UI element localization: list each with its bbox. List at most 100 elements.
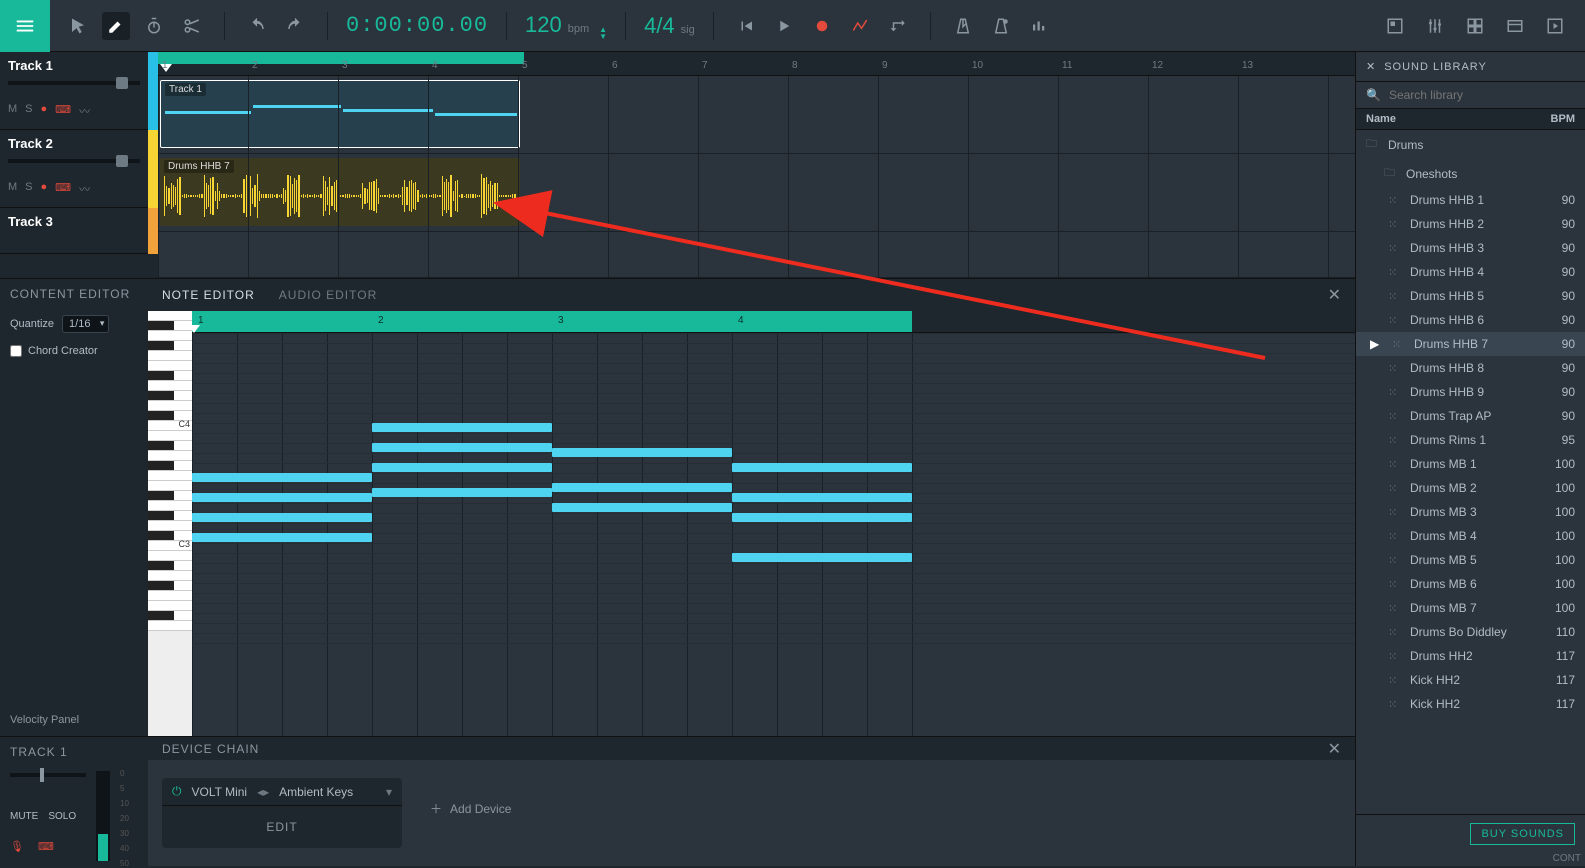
track-header-3[interactable]: Track 3 xyxy=(0,208,148,254)
undo-button[interactable] xyxy=(243,12,271,40)
col-name[interactable]: Name xyxy=(1366,113,1551,125)
panel-toggle-2[interactable] xyxy=(1461,12,1489,40)
loop-region[interactable] xyxy=(158,52,524,64)
volume-slider[interactable] xyxy=(8,159,140,163)
folder-row[interactable]: 🗀 Drums xyxy=(1356,130,1585,159)
folder-row[interactable]: 🗀 Oneshots xyxy=(1356,159,1585,188)
midi-note[interactable] xyxy=(732,493,912,502)
edit-button[interactable]: EDIT xyxy=(162,806,402,848)
chevron-down-icon[interactable]: ▾ xyxy=(386,785,392,799)
library-toggle[interactable] xyxy=(1541,12,1569,40)
volume-slider[interactable] xyxy=(8,81,140,85)
library-item[interactable]: ⁙Drums MB 7100 xyxy=(1356,596,1585,620)
panel-toggle-3[interactable] xyxy=(1501,12,1529,40)
record-button[interactable] xyxy=(808,12,836,40)
library-item[interactable]: ⁙Drums HH2117 xyxy=(1356,644,1585,668)
countin-button[interactable] xyxy=(987,12,1015,40)
library-item[interactable]: ⁙Drums HHB 190 xyxy=(1356,188,1585,212)
tab-audio-editor[interactable]: AUDIO EDITOR xyxy=(279,288,377,302)
mixer-button[interactable] xyxy=(1421,12,1449,40)
track-header-2[interactable]: Track 2 M S ● ⌨ 〰 xyxy=(0,130,148,208)
time-display[interactable]: 0:00:00.00 xyxy=(346,13,488,38)
audio-clip[interactable]: Drums HHB 7 xyxy=(160,158,520,226)
library-item[interactable]: ⁙Drums Trap AP90 xyxy=(1356,404,1585,428)
midi-note[interactable] xyxy=(372,463,552,472)
rewind-button[interactable] xyxy=(732,12,760,40)
instrument-device[interactable]: ⏻ VOLT Mini ◂▸ Ambient Keys ▾ EDIT xyxy=(162,778,402,848)
master-volume-button[interactable] xyxy=(1025,12,1053,40)
midi-note[interactable] xyxy=(372,488,552,497)
device-close[interactable]: ✕ xyxy=(1328,739,1341,759)
mute-label[interactable]: MUTE xyxy=(10,811,38,822)
library-item[interactable]: ⁙Drums MB 3100 xyxy=(1356,500,1585,524)
note-ruler[interactable]: 1234 xyxy=(192,311,1355,333)
midi-note[interactable] xyxy=(192,493,372,502)
midi-note[interactable] xyxy=(552,448,732,457)
editor-close[interactable]: ✕ xyxy=(1328,285,1341,305)
library-item[interactable]: ⁙Drums HHB 890 xyxy=(1356,356,1585,380)
stopwatch-tool[interactable] xyxy=(140,12,168,40)
library-item[interactable]: ⁙Kick HH2117 xyxy=(1356,668,1585,692)
solo-button[interactable]: S xyxy=(25,181,32,197)
automation-button[interactable] xyxy=(846,12,874,40)
library-search[interactable]: 🔍 xyxy=(1356,82,1585,109)
library-item[interactable]: ▶⁙Drums HHB 790 xyxy=(1356,332,1585,356)
library-item[interactable]: ⁙Drums MB 2100 xyxy=(1356,476,1585,500)
track-header-1[interactable]: Track 1 M S ● ⌨ 〰 xyxy=(0,52,148,130)
note-playhead[interactable] xyxy=(192,325,200,333)
automation-icon[interactable]: 〰 xyxy=(79,103,90,119)
col-bpm[interactable]: BPM xyxy=(1551,113,1575,125)
track-row-2[interactable]: Drums HHB 7 xyxy=(158,154,1355,232)
midi-note[interactable] xyxy=(372,443,552,452)
library-item[interactable]: ⁙Drums HHB 690 xyxy=(1356,308,1585,332)
library-item[interactable]: ⁙Drums Rims 195 xyxy=(1356,428,1585,452)
automation-icon[interactable]: 〰 xyxy=(79,181,90,197)
library-item[interactable]: ⁙Drums HHB 590 xyxy=(1356,284,1585,308)
library-item[interactable]: ⁙Drums HHB 390 xyxy=(1356,236,1585,260)
play-button[interactable] xyxy=(770,12,798,40)
note-loop-region[interactable] xyxy=(192,311,912,332)
menu-button[interactable] xyxy=(0,0,50,52)
scissors-tool[interactable] xyxy=(178,12,206,40)
track-volume-slider[interactable] xyxy=(10,773,86,777)
library-item[interactable]: ⁙Kick HH2117 xyxy=(1356,692,1585,716)
midi-note[interactable] xyxy=(732,553,912,562)
midi-note[interactable] xyxy=(192,513,372,522)
library-item[interactable]: ⁙Drums HHB 990 xyxy=(1356,380,1585,404)
library-list[interactable]: 🗀 Drums 🗀 Oneshots ⁙Drums HHB 190⁙Drums … xyxy=(1356,130,1585,814)
midi-note[interactable] xyxy=(732,463,912,472)
search-input[interactable] xyxy=(1389,88,1575,102)
loop-button[interactable] xyxy=(884,12,912,40)
midi-note[interactable] xyxy=(192,473,372,482)
midi-note[interactable] xyxy=(732,513,912,522)
bpm-display[interactable]: 120 bpm ▲▼ xyxy=(525,12,607,40)
library-item[interactable]: ⁙Drums MB 1100 xyxy=(1356,452,1585,476)
cursor-tool[interactable] xyxy=(64,12,92,40)
timeline-ruler[interactable]: 12345678910111213 xyxy=(158,52,1355,76)
library-item[interactable]: ⁙Drums HHB 290 xyxy=(1356,212,1585,236)
panel-toggle-1[interactable] xyxy=(1381,12,1409,40)
library-item[interactable]: ⁙Drums MB 4100 xyxy=(1356,524,1585,548)
metronome-button[interactable] xyxy=(949,12,977,40)
library-item[interactable]: ⁙Drums MB 6100 xyxy=(1356,572,1585,596)
solo-label[interactable]: SOLO xyxy=(48,811,76,822)
midi-note[interactable] xyxy=(192,533,372,542)
velocity-panel-label[interactable]: Velocity Panel xyxy=(10,714,79,726)
keyboard-icon[interactable]: ⌨ xyxy=(55,181,71,197)
power-icon[interactable]: ⏻ xyxy=(172,784,182,799)
library-item[interactable]: ⁙Drums HHB 490 xyxy=(1356,260,1585,284)
piano-keys[interactable]: C4C3 xyxy=(148,311,192,736)
arm-record-icon[interactable]: 🎙 xyxy=(10,840,24,853)
mute-button[interactable]: M xyxy=(8,181,17,197)
note-grid[interactable]: 1234 xyxy=(192,311,1355,736)
midi-note[interactable] xyxy=(552,483,732,492)
bpm-down[interactable]: ▼ xyxy=(599,33,607,40)
chord-creator-checkbox[interactable] xyxy=(10,345,22,357)
timesig-display[interactable]: 4/4 sig xyxy=(644,13,695,39)
redo-button[interactable] xyxy=(281,12,309,40)
library-item[interactable]: ⁙Drums Bo Diddley110 xyxy=(1356,620,1585,644)
midi-keyboard-icon[interactable]: ⌨ xyxy=(38,840,54,853)
solo-button[interactable]: S xyxy=(25,103,32,119)
arm-icon[interactable]: ● xyxy=(41,103,48,119)
buy-sounds-button[interactable]: BUY SOUNDS xyxy=(1470,823,1575,845)
